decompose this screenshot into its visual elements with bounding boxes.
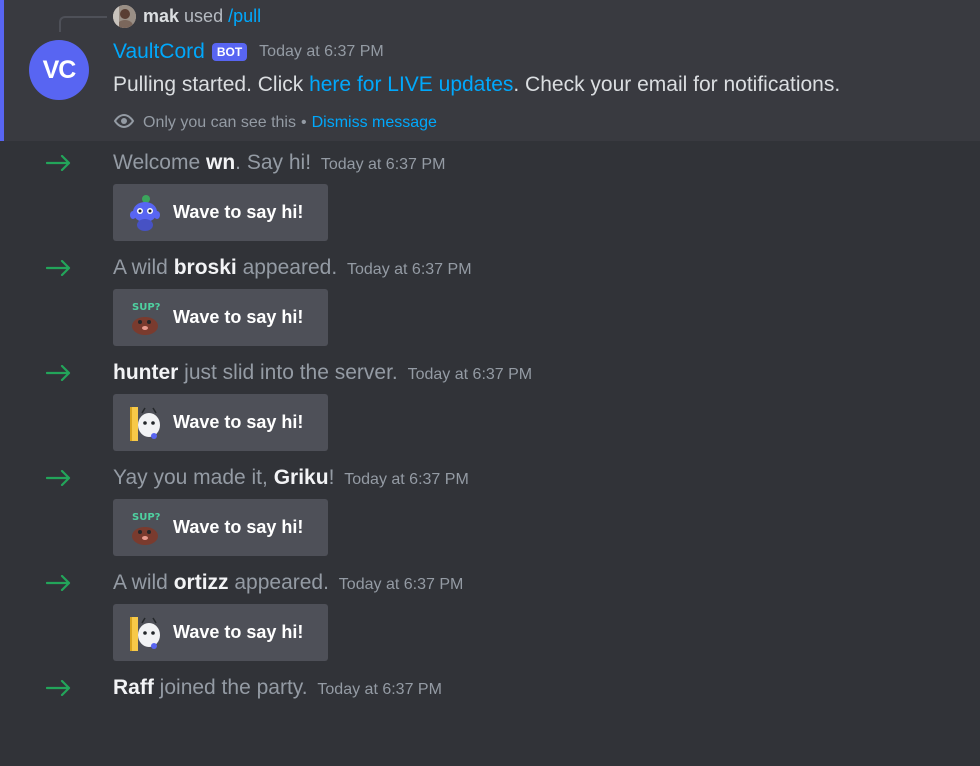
wave-button-label: Wave to say hi!	[173, 622, 304, 642]
message-timestamp: Today at 6:37 PM	[320, 156, 446, 173]
ephemeral-message: mak used /pull VC VaultCord BOT Today at…	[0, 0, 980, 141]
join-message: A wild broski appeared. Today at 6:37 PM…	[0, 246, 980, 346]
message-timestamp: Today at 6:37 PM	[338, 576, 464, 593]
ghost-door-icon	[128, 613, 163, 653]
joined-username[interactable]: Raff	[113, 676, 154, 699]
joined-username[interactable]: Griku	[274, 466, 329, 489]
wave-button-label: Wave to say hi!	[173, 307, 304, 327]
bot-username[interactable]: VaultCord	[113, 40, 205, 64]
user-avatar[interactable]	[113, 5, 136, 28]
svg-text:SUP?: SUP?	[132, 302, 161, 313]
join-message-text: Raff joined the party. Today at 6:37 PM	[113, 674, 442, 704]
reply-spine	[59, 16, 107, 32]
message-timestamp: Today at 6:37 PM	[407, 366, 533, 383]
sup-mole-icon: SUP?	[128, 298, 163, 338]
join-text-post: appeared.	[228, 571, 329, 594]
join-arrow-icon	[46, 365, 71, 381]
join-arrow-icon	[46, 260, 71, 276]
join-message-text: hunter just slid into the server. Today …	[113, 359, 532, 389]
join-message: Welcome wn. Say hi! Today at 6:37 PM Wav…	[0, 141, 980, 241]
join-message-text: Welcome wn. Say hi! Today at 6:37 PM	[113, 149, 445, 179]
join-message-text: A wild ortizz appeared. Today at 6:37 PM	[113, 569, 463, 599]
wave-button[interactable]: SUP? Wave to say hi!	[113, 499, 328, 556]
live-updates-link[interactable]: here for LIVE updates	[309, 73, 513, 96]
join-text-pre: A wild	[113, 256, 174, 279]
join-text-pre: A wild	[113, 571, 174, 594]
ghost-door-icon	[128, 403, 163, 443]
ephemeral-accent-bar	[0, 0, 4, 141]
wave-button[interactable]: Wave to say hi!	[113, 394, 328, 451]
join-arrow-icon	[46, 155, 71, 171]
separator-dot: •	[300, 114, 307, 131]
join-text-post: . Say hi!	[235, 151, 312, 174]
used-text: used	[184, 6, 224, 26]
join-text-post: just slid into the server.	[178, 361, 398, 384]
join-message: A wild ortizz appeared. Today at 6:37 PM…	[0, 561, 980, 661]
joined-username[interactable]: broski	[174, 256, 237, 279]
wave-button-label: Wave to say hi!	[173, 412, 304, 432]
wumpus-icon	[128, 193, 163, 233]
ephemeral-notice: Only you can see this • Dismiss message	[113, 112, 437, 134]
joined-username[interactable]: ortizz	[174, 571, 229, 594]
join-text-post: joined the party.	[153, 676, 308, 699]
join-text-post: !	[328, 466, 335, 489]
message-timestamp: Today at 6:37 PM	[259, 43, 384, 60]
join-arrow-icon	[46, 575, 71, 591]
bot-message-text: Pulling started. Click here for LIVE upd…	[113, 71, 840, 99]
command-usage-line: mak used /pull	[143, 5, 261, 28]
join-arrow-icon	[46, 680, 71, 696]
eye-icon	[113, 112, 135, 135]
dismiss-message-link[interactable]: Dismiss message	[312, 114, 437, 132]
join-text-pre: Welcome	[113, 151, 206, 174]
wave-button[interactable]: Wave to say hi!	[113, 604, 328, 661]
wave-button[interactable]: Wave to say hi!	[113, 184, 328, 241]
bot-avatar[interactable]: VC	[29, 40, 89, 100]
bot-text-before: Pulling started. Click	[113, 73, 310, 96]
svg-text:SUP?: SUP?	[132, 512, 161, 523]
only-you-text: Only you can see this	[143, 114, 296, 131]
join-message-text: A wild broski appeared. Today at 6:37 PM	[113, 254, 472, 284]
wave-button-label: Wave to say hi!	[173, 202, 304, 222]
bot-text-after: . Check your email for notifications.	[513, 73, 841, 96]
bot-message-header: VaultCord BOT Today at 6:37 PM	[113, 38, 384, 66]
join-text-pre: Yay you made it,	[113, 466, 274, 489]
joined-username[interactable]: wn	[206, 151, 235, 174]
wave-button[interactable]: SUP? Wave to say hi!	[113, 289, 328, 346]
join-message: hunter just slid into the server. Today …	[0, 351, 980, 451]
message-timestamp: Today at 6:37 PM	[317, 681, 442, 698]
join-message: Raff joined the party. Today at 6:37 PM	[0, 666, 980, 766]
slash-command[interactable]: /pull	[228, 6, 261, 26]
join-message: Yay you made it, Griku! Today at 6:37 PM…	[0, 456, 980, 556]
sup-mole-icon: SUP?	[128, 508, 163, 548]
command-username[interactable]: mak	[143, 6, 179, 26]
message-timestamp: Today at 6:37 PM	[344, 471, 469, 488]
join-text-post: appeared.	[236, 256, 338, 279]
joined-username[interactable]: hunter	[113, 361, 178, 384]
join-arrow-icon	[46, 470, 71, 486]
join-message-text: Yay you made it, Griku! Today at 6:37 PM	[113, 464, 469, 494]
message-timestamp: Today at 6:37 PM	[347, 261, 472, 278]
bot-tag-badge: BOT	[211, 43, 248, 61]
wave-button-label: Wave to say hi!	[173, 517, 304, 537]
